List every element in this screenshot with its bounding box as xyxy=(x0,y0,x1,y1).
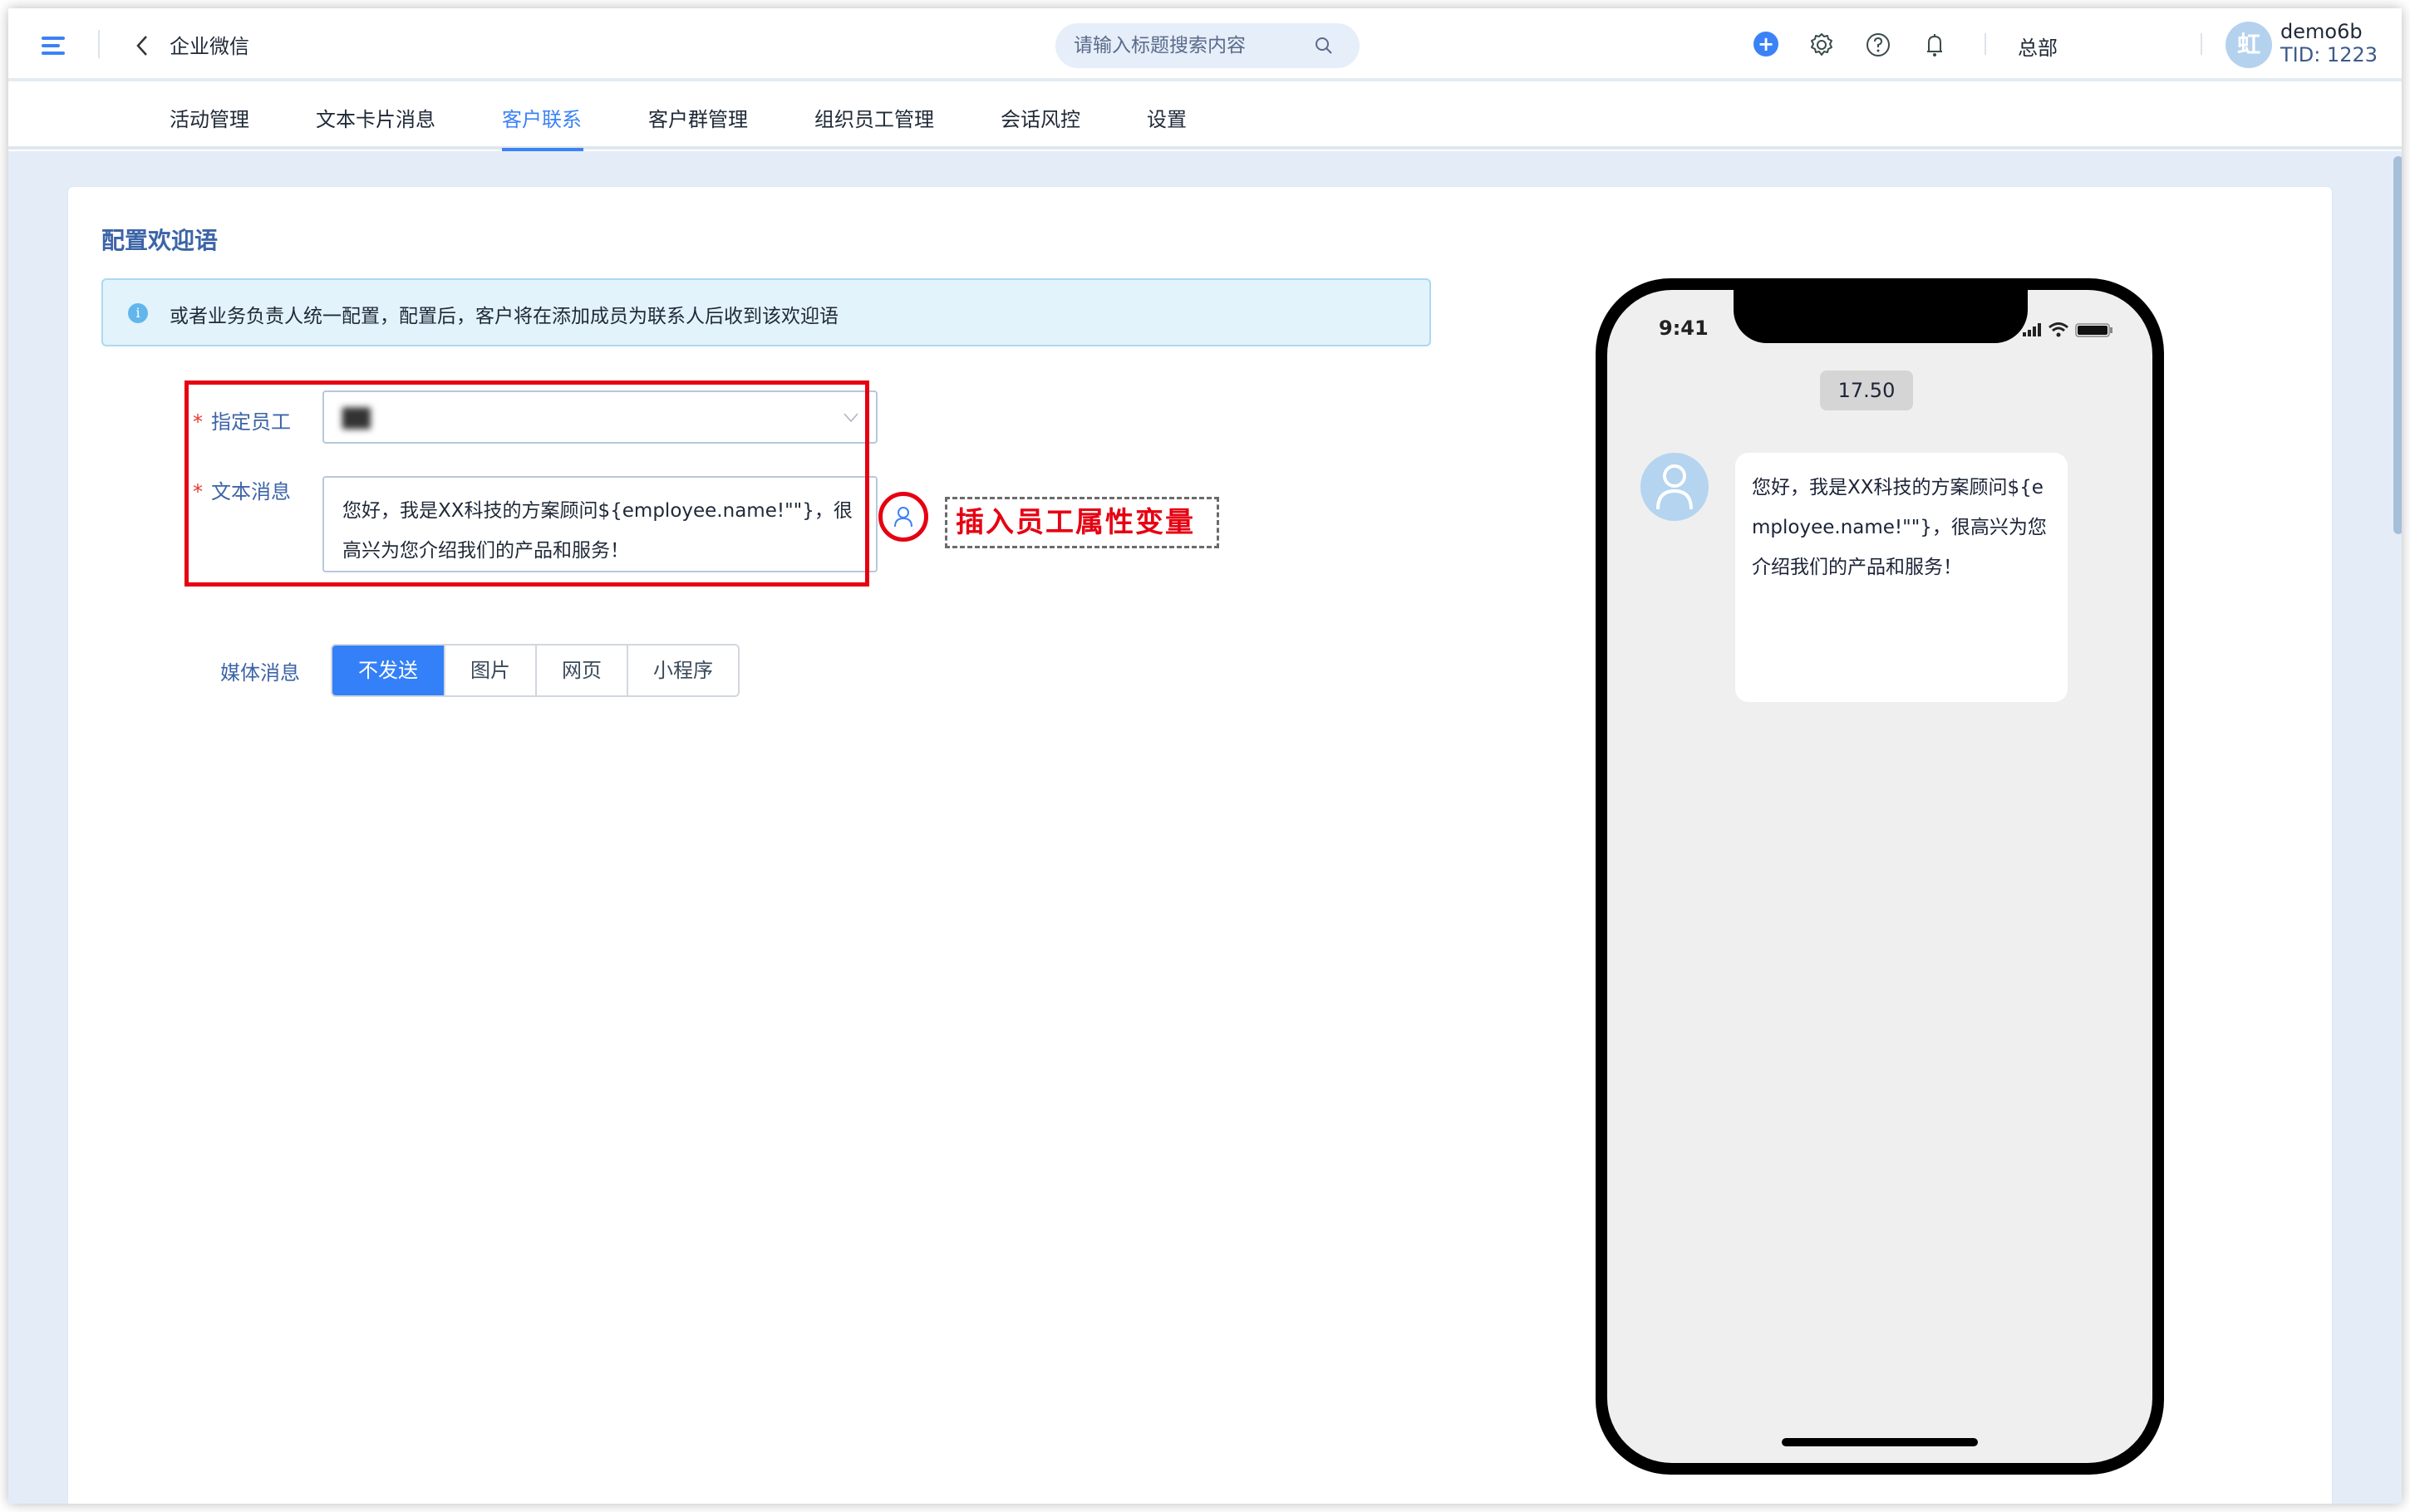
info-icon: i xyxy=(128,303,148,323)
status-time: 9:41 xyxy=(1659,317,1709,340)
nav-tabs: 活动管理 文本卡片消息 客户联系 客户群管理 组织员工管理 会话风控 设置 xyxy=(8,85,2402,151)
chat-avatar xyxy=(1640,453,1709,521)
user-avatar[interactable]: 虹 xyxy=(2226,22,2272,68)
phone-notch xyxy=(1734,290,2028,343)
media-option-image[interactable]: 图片 xyxy=(444,646,535,695)
user-icon xyxy=(894,507,912,528)
battery-icon xyxy=(2075,323,2112,337)
insert-variable-button[interactable] xyxy=(878,492,928,542)
media-label: 媒体消息 xyxy=(220,661,300,685)
user-tid: TID: 1223 xyxy=(2280,43,2378,66)
annotation-text: 插入员工属性变量 xyxy=(956,506,1195,539)
media-option-none[interactable]: 不发送 xyxy=(332,646,444,695)
header-divider xyxy=(98,30,100,58)
message-label: * 文本消息 xyxy=(193,480,291,503)
page-title: 配置欢迎语 xyxy=(101,227,219,254)
chat-timestamp: 17.50 xyxy=(1820,371,1913,410)
top-header: 企业微信 + 总部 虹 demo6b TID: 12 xyxy=(8,8,2402,81)
header-divider xyxy=(2201,33,2202,55)
back-icon[interactable] xyxy=(133,33,153,58)
status-icons xyxy=(2023,322,2112,337)
org-selector[interactable]: 总部 xyxy=(2018,32,2058,61)
tab-session-risk[interactable]: 会话风控 xyxy=(1001,103,1080,132)
employee-label: * 指定员工 xyxy=(193,410,291,434)
tab-activity[interactable]: 活动管理 xyxy=(170,103,249,132)
user-icon xyxy=(1656,464,1693,510)
chevron-down-icon xyxy=(844,413,858,423)
search-box[interactable] xyxy=(1055,23,1360,68)
bell-icon[interactable] xyxy=(1921,32,1948,58)
gear-icon[interactable] xyxy=(1808,32,1835,58)
app-window: 企业微信 + 总部 虹 demo6b TID: 12 xyxy=(8,8,2402,1504)
tab-text-card[interactable]: 文本卡片消息 xyxy=(316,103,435,132)
user-name: demo6b xyxy=(2280,20,2363,43)
employee-select-value: ██ xyxy=(342,409,371,430)
media-option-miniprogram[interactable]: 小程序 xyxy=(627,646,738,695)
plus-icon[interactable]: + xyxy=(1753,32,1778,56)
phone-screen: 9:41 17.50 您好，我是XX科技的方案顾问${employee.name… xyxy=(1607,290,2152,1463)
chat-bubble: 您好，我是XX科技的方案顾问${employee.name!""}，很高兴为您介… xyxy=(1735,453,2068,702)
wifi-icon xyxy=(2048,322,2068,337)
required-mark: * xyxy=(193,480,203,503)
info-banner: i 或者业务负责人统一配置，配置后，客户将在添加成员为联系人后收到该欢迎语 xyxy=(101,278,1431,346)
tab-customer-contact[interactable]: 客户联系 xyxy=(502,103,582,132)
menu-icon[interactable] xyxy=(42,37,65,55)
tab-customer-group[interactable]: 客户群管理 xyxy=(648,103,748,132)
tab-settings[interactable]: 设置 xyxy=(1147,103,1187,132)
app-title: 企业微信 xyxy=(170,35,249,58)
search-input[interactable] xyxy=(1074,23,1315,68)
signal-icon xyxy=(2023,323,2041,336)
header-divider xyxy=(1985,33,1986,55)
search-icon[interactable] xyxy=(1313,35,1335,56)
tab-org-staff[interactable]: 组织员工管理 xyxy=(814,103,934,132)
help-icon[interactable] xyxy=(1865,32,1891,58)
phone-preview: 9:41 17.50 您好，我是XX科技的方案顾问${employee.name… xyxy=(1596,278,2164,1475)
media-type-selector: 不发送 图片 网页 小程序 xyxy=(331,644,740,697)
employee-select[interactable]: ██ xyxy=(322,390,878,444)
required-mark: * xyxy=(193,410,203,434)
info-text: 或者业务负责人统一配置，配置后，客户将在添加成员为联系人后收到该欢迎语 xyxy=(170,306,839,327)
media-option-webpage[interactable]: 网页 xyxy=(535,646,627,695)
scrollbar-thumb[interactable] xyxy=(2393,156,2402,534)
message-textarea[interactable] xyxy=(322,476,878,572)
annotation-callout: 插入员工属性变量 xyxy=(945,497,1219,548)
home-indicator xyxy=(1782,1438,1978,1446)
